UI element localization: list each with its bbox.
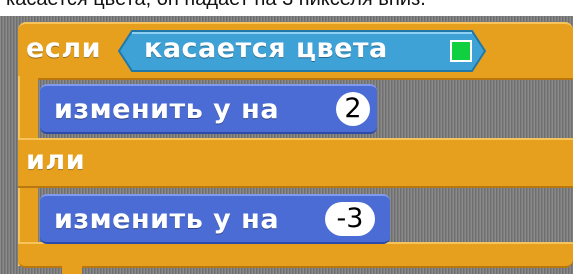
touching-color-block[interactable]: касается цвета (118, 30, 486, 72)
change-y-value-input-2[interactable]: -3 (325, 202, 375, 236)
block-bottom-notch (62, 266, 82, 274)
else-label: или (26, 145, 86, 176)
color-swatch[interactable] (450, 40, 472, 62)
change-y-label-2: изменить у на (54, 204, 280, 235)
if-else-footer[interactable] (18, 242, 573, 268)
touching-color-label: касается цвета (144, 33, 388, 64)
scripting-area: касается цвета, он падает на 3 пикселя в… (0, 0, 573, 274)
if-label: если (26, 33, 102, 64)
if-else-block[interactable]: если касается цвета изменить у на 2 или … (0, 0, 573, 274)
if-else-else-bar[interactable] (18, 138, 573, 188)
change-y-label-1: изменить у на (54, 94, 280, 125)
change-y-value-input-1[interactable]: 2 (336, 92, 370, 126)
change-y-block-2[interactable]: изменить у на -3 (40, 194, 390, 244)
change-y-block-1[interactable]: изменить у на 2 (40, 84, 377, 134)
